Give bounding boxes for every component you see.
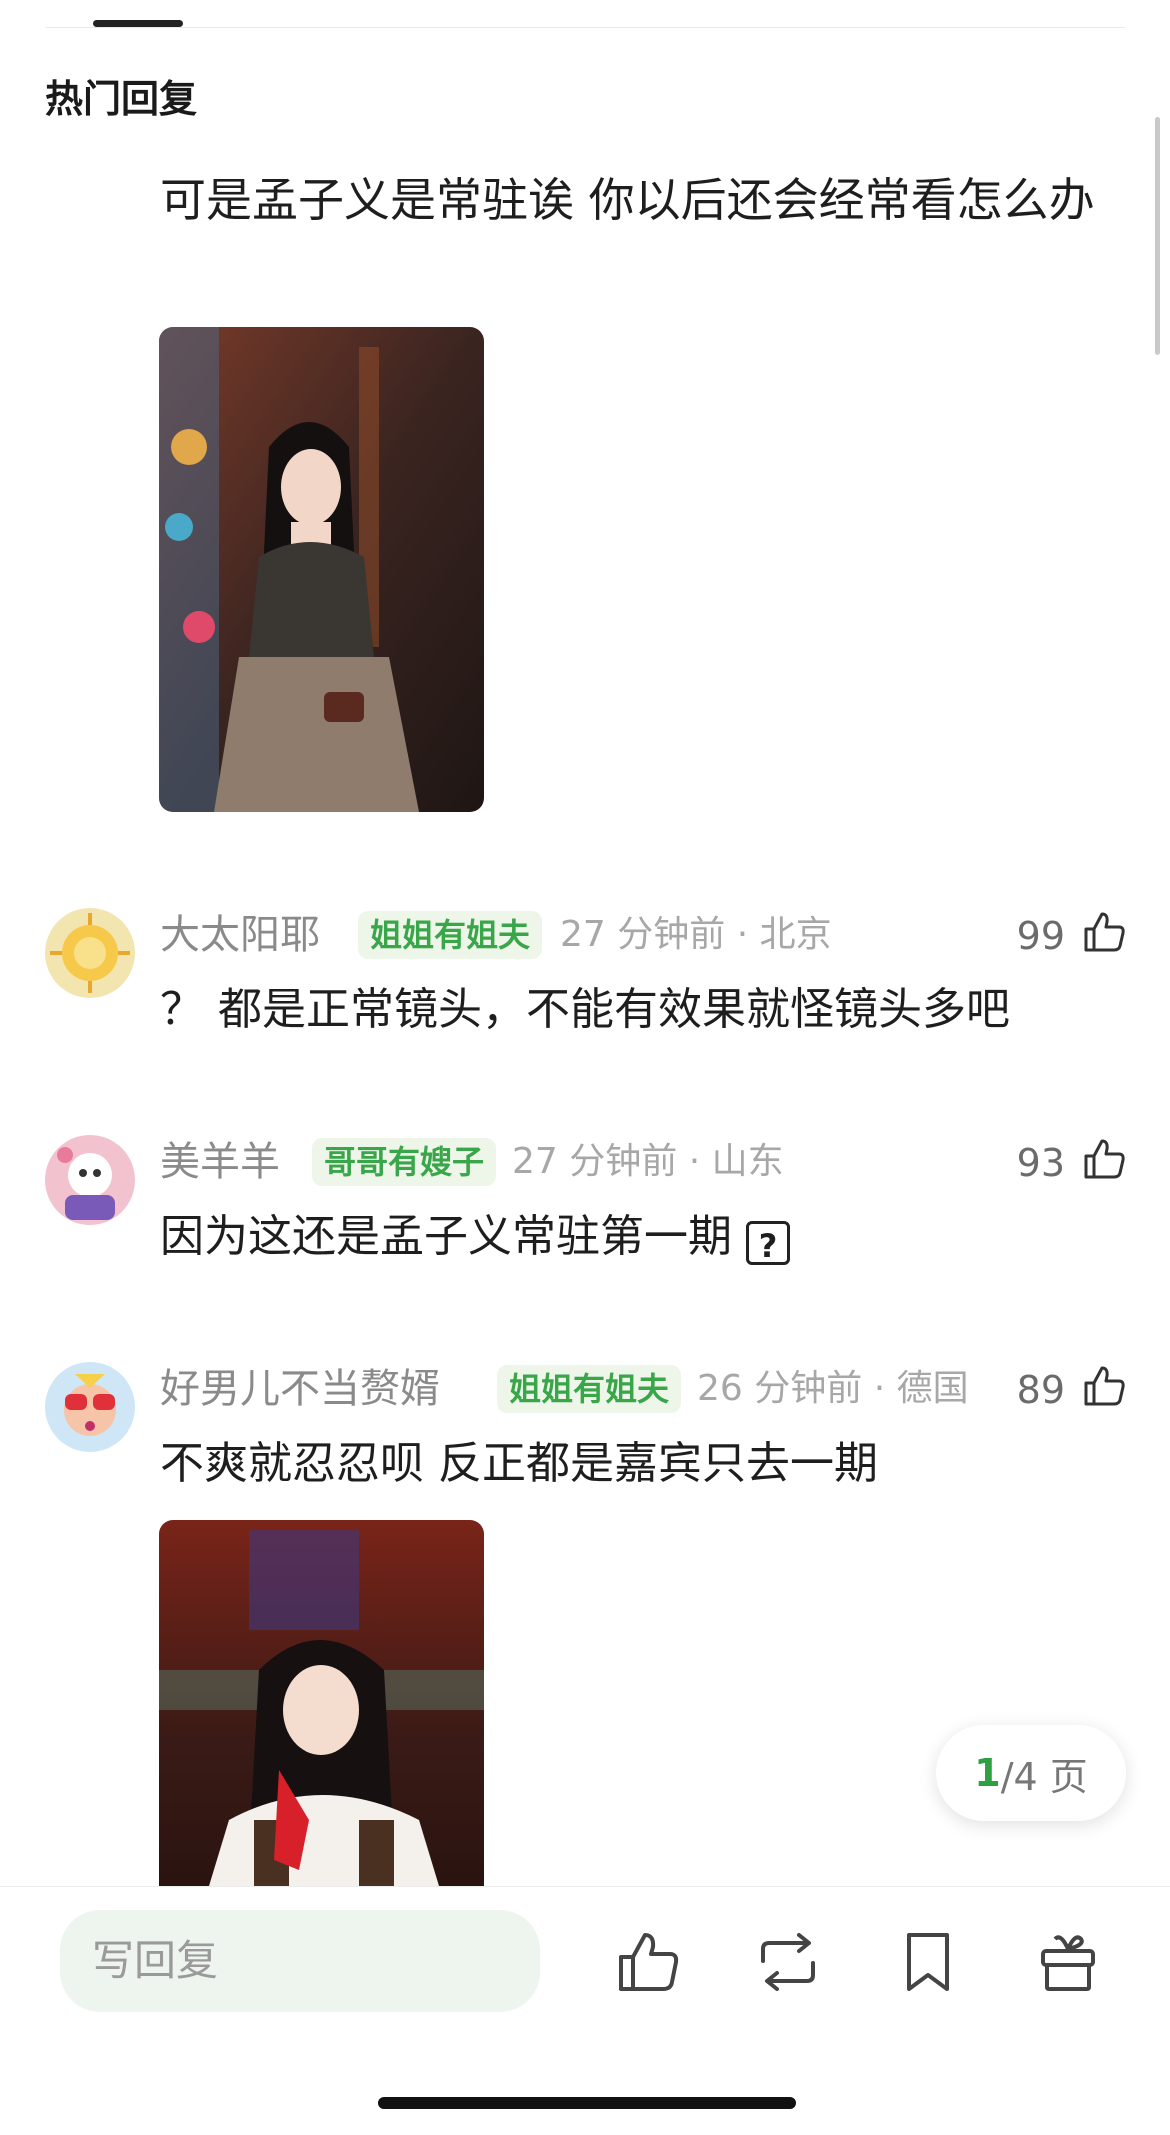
comment-text-content: 因为这还是孟子义常驻第一期	[160, 1211, 732, 1262]
comment-text: 因为这还是孟子义常驻第一期?	[160, 1202, 790, 1272]
thumbs-up-icon[interactable]	[1080, 908, 1128, 956]
fan-badge[interactable]: 姐姐有姐夫	[497, 1365, 682, 1413]
question-emoji-icon: ?	[746, 1221, 790, 1265]
scrollbar[interactable]	[1155, 117, 1160, 355]
section-title: 热门回复	[45, 77, 198, 121]
comment-text: ？ 都是正常镜头，不能有效果就怪镜头多吧	[160, 984, 1010, 1035]
like-icon[interactable]	[613, 1927, 683, 1997]
time-location: 27 分钟前 · 北京	[560, 914, 832, 955]
like-count: 99	[1016, 914, 1065, 958]
comment-image[interactable]	[159, 1520, 484, 1886]
page-indicator[interactable]: 1/4 页	[936, 1725, 1126, 1821]
reply-text: 可是孟子义是常驻诶 你以后还会经常看怎么办	[160, 173, 1095, 227]
time-location: 26 分钟前 · 德国	[697, 1368, 969, 1409]
home-indicator	[378, 2097, 796, 2109]
top-divider	[45, 27, 1125, 28]
thumbs-up-icon[interactable]	[1080, 1362, 1128, 1410]
like-count: 89	[1016, 1368, 1065, 1412]
avatar[interactable]	[45, 1362, 135, 1452]
username[interactable]: 美羊羊	[160, 1136, 280, 1188]
fan-badge[interactable]: 哥哥有嫂子	[312, 1138, 497, 1186]
page-total: /4 页	[1000, 1754, 1088, 1799]
avatar[interactable]	[45, 1135, 135, 1225]
username[interactable]: 好男儿不当赘婿	[160, 1363, 440, 1415]
username[interactable]: 大太阳耶	[160, 909, 320, 961]
tab-indicator	[93, 20, 183, 27]
like-count: 93	[1016, 1141, 1065, 1185]
repost-icon[interactable]	[753, 1927, 823, 1997]
comment-text: 不爽就忍忍呗 反正都是嘉宾只去一期	[160, 1438, 878, 1489]
avatar[interactable]	[45, 908, 135, 998]
reply-image[interactable]	[159, 327, 484, 812]
fan-badge[interactable]: 姐姐有姐夫	[358, 911, 543, 959]
thumbs-up-icon[interactable]	[1080, 1135, 1128, 1183]
bottom-bar: 写回复	[0, 1886, 1170, 2135]
gift-icon[interactable]	[1033, 1927, 1103, 1997]
bookmark-icon[interactable]	[893, 1927, 963, 1997]
current-page: 1	[974, 1751, 1001, 1795]
reply-input[interactable]: 写回复	[60, 1910, 540, 2012]
time-location: 27 分钟前 · 山东	[512, 1141, 784, 1182]
